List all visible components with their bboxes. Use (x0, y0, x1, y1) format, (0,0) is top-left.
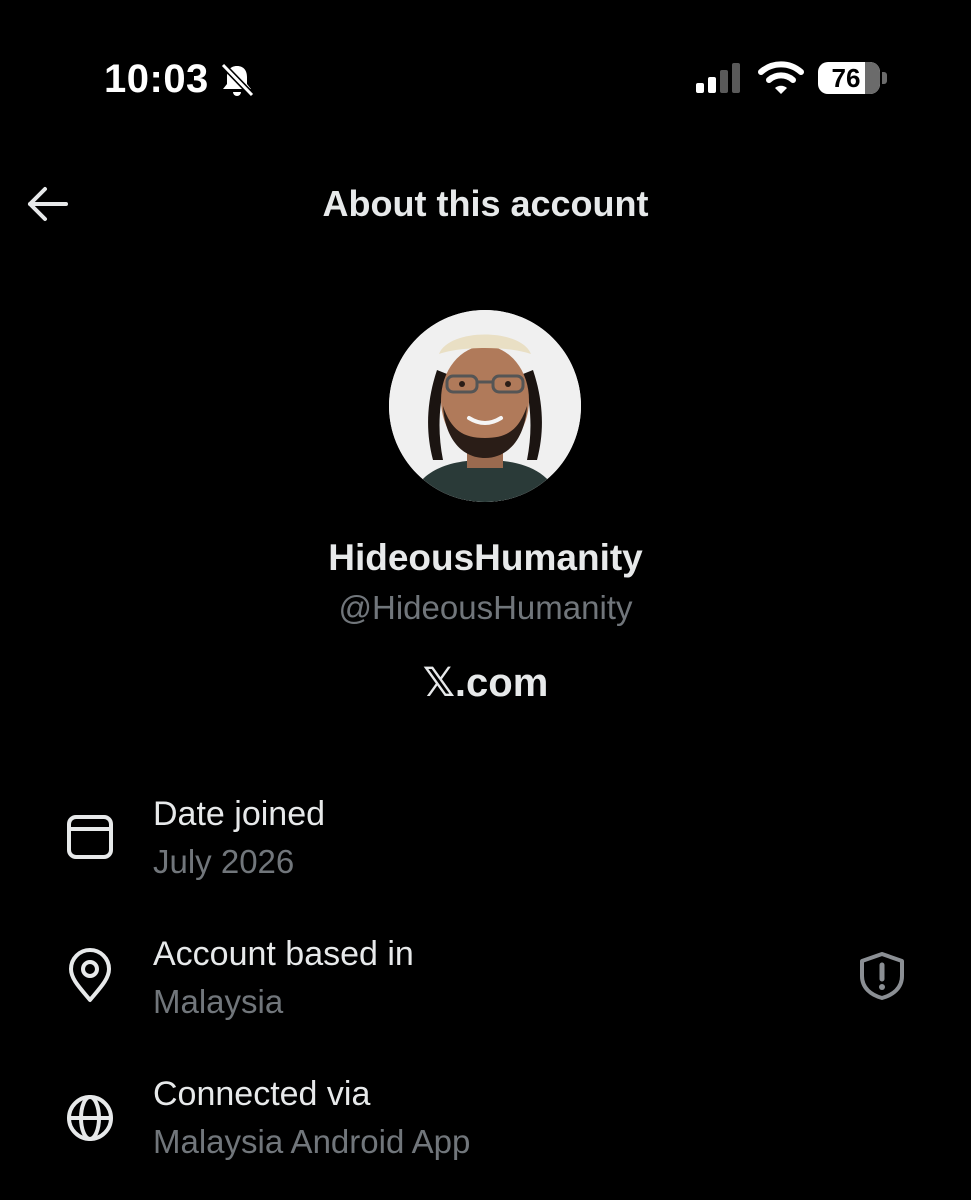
detail-row-account-based-in: Account based in Malaysia (0, 934, 971, 1054)
battery-nub (882, 72, 887, 84)
page-title: About this account (322, 183, 649, 224)
detail-label: Account based in (153, 935, 414, 973)
username-handle: @HideousHumanity (338, 589, 633, 626)
location-pin-icon (69, 948, 111, 1002)
cellular-signal-icon (696, 63, 740, 93)
globe-icon (67, 1095, 113, 1141)
detail-row-connected-via: Connected via Malaysia Android App (0, 1074, 971, 1194)
display-name: HideousHumanity (328, 537, 643, 578)
detail-label: Connected via (153, 1075, 371, 1113)
avatar[interactable] (389, 310, 581, 502)
detail-label: Date joined (153, 795, 326, 833)
detail-value: Malaysia (153, 983, 284, 1020)
battery-percentage: 76 (831, 63, 861, 93)
calendar-icon (67, 815, 113, 859)
wifi-icon (758, 61, 804, 94)
platform-label: 𝕏.com (422, 661, 549, 705)
detail-row-date-joined: Date joined July 2026 (0, 794, 971, 914)
detail-value: Malaysia Android App (153, 1123, 471, 1160)
detail-value: July 2026 (153, 843, 295, 880)
shield-alert-icon[interactable] (856, 950, 908, 1002)
status-time: 10:03 (104, 57, 209, 101)
bell-slash-icon (220, 62, 255, 98)
battery-icon: 76 (818, 62, 880, 94)
